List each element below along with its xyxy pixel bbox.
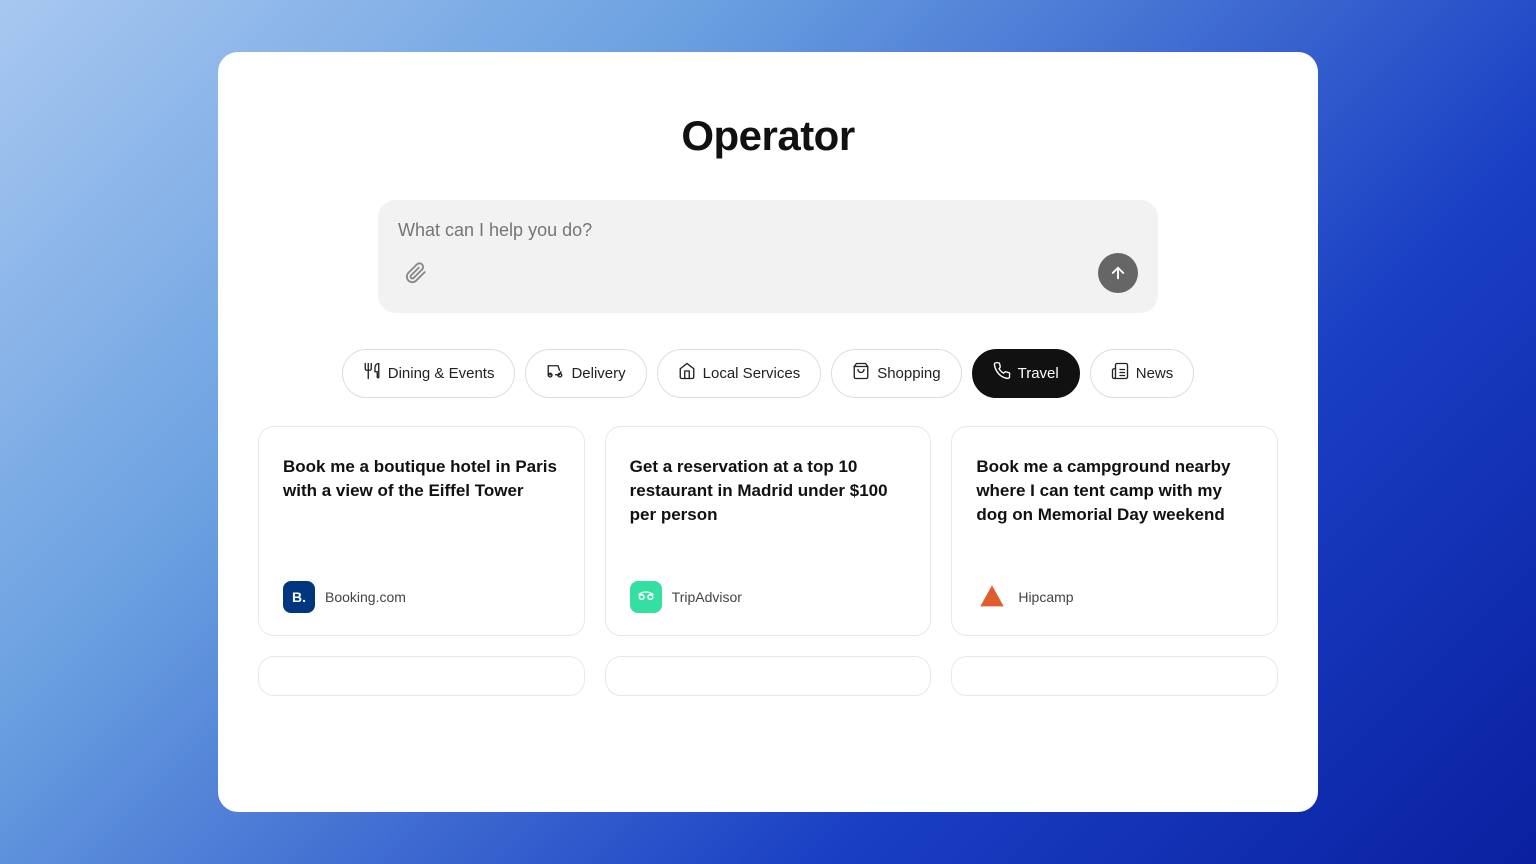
tab-news[interactable]: News xyxy=(1090,349,1195,398)
card-campground[interactable]: Book me a campground nearby where I can … xyxy=(951,426,1278,636)
tab-shopping[interactable]: Shopping xyxy=(831,349,961,398)
card-boutique-hotel-footer: B. Booking.com xyxy=(283,581,560,613)
delivery-icon xyxy=(546,362,564,385)
search-box xyxy=(378,200,1158,313)
tab-local-services[interactable]: Local Services xyxy=(657,349,822,398)
tripadvisor-logo xyxy=(630,581,662,613)
hipcamp-brand-name: Hipcamp xyxy=(1018,589,1073,605)
card-partial-3 xyxy=(951,656,1278,696)
tab-dining-label: Dining & Events xyxy=(388,365,495,382)
tripadvisor-brand-name: TripAdvisor xyxy=(672,589,742,605)
booking-brand-name: Booking.com xyxy=(325,589,406,605)
category-tabs: Dining & Events Delivery Local Services xyxy=(342,349,1195,398)
tab-news-label: News xyxy=(1136,365,1174,382)
card-campground-footer: Hipcamp xyxy=(976,581,1253,613)
card-partial-1 xyxy=(258,656,585,696)
shopping-icon xyxy=(852,362,870,385)
card-restaurant[interactable]: Get a reservation at a top 10 restaurant… xyxy=(605,426,932,636)
hipcamp-logo xyxy=(976,581,1008,613)
tab-delivery-label: Delivery xyxy=(571,365,625,382)
app-window: Operator Dining & Even xyxy=(218,52,1318,812)
card-boutique-hotel[interactable]: Book me a boutique hotel in Paris with a… xyxy=(258,426,585,636)
attach-icon[interactable] xyxy=(398,255,434,291)
send-button[interactable] xyxy=(1098,253,1138,293)
tab-shopping-label: Shopping xyxy=(877,365,940,382)
booking-logo: B. xyxy=(283,581,315,613)
card-boutique-hotel-text: Book me a boutique hotel in Paris with a… xyxy=(283,455,560,551)
card-campground-text: Book me a campground nearby where I can … xyxy=(976,455,1253,551)
tab-local-services-label: Local Services xyxy=(703,365,801,382)
card-partial-2 xyxy=(605,656,932,696)
search-bottom-row xyxy=(398,253,1138,293)
search-input[interactable] xyxy=(398,220,1138,241)
card-restaurant-text: Get a reservation at a top 10 restaurant… xyxy=(630,455,907,551)
bottom-cards-row xyxy=(258,656,1278,696)
travel-icon xyxy=(993,362,1011,385)
tab-travel-label: Travel xyxy=(1018,365,1059,382)
local-services-icon xyxy=(678,362,696,385)
news-icon xyxy=(1111,362,1129,385)
tab-dining[interactable]: Dining & Events xyxy=(342,349,516,398)
card-restaurant-footer: TripAdvisor xyxy=(630,581,907,613)
dining-icon xyxy=(363,362,381,385)
tab-delivery[interactable]: Delivery xyxy=(525,349,646,398)
app-title: Operator xyxy=(681,112,854,160)
tab-travel[interactable]: Travel xyxy=(972,349,1080,398)
cards-grid: Book me a boutique hotel in Paris with a… xyxy=(258,426,1278,636)
